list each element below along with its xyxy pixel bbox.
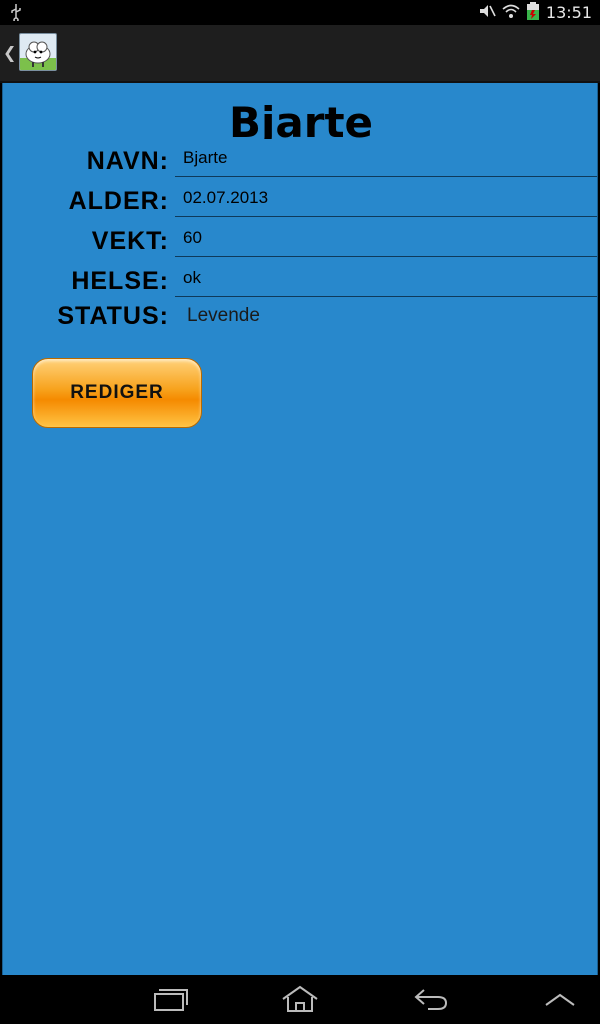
menu-up-icon[interactable] [544, 985, 576, 1017]
action-bar: ❮ [0, 25, 600, 83]
age-field[interactable]: 02.07.2013 [175, 179, 597, 217]
clock: 13:51 [545, 3, 592, 22]
home-icon[interactable] [280, 985, 320, 1017]
age-label: ALDER: [68, 187, 169, 215]
usb-icon [9, 3, 23, 25]
profile-panel: Bjarte NAVN: Bjarte ALDER: 02.07.2013 VE… [2, 83, 598, 975]
health-label: HELSE: [71, 267, 169, 295]
recent-apps-icon[interactable] [152, 985, 188, 1017]
status-value: Levende [187, 305, 260, 326]
health-field[interactable]: ok [175, 259, 597, 297]
battery-icon [526, 1, 540, 24]
wifi-icon [502, 3, 520, 23]
name-label: NAVN: [86, 147, 169, 175]
weight-field[interactable]: 60 [175, 219, 597, 257]
status-bar: 13:51 [0, 0, 600, 25]
page-title: Bjarte [228, 99, 374, 139]
name-field[interactable]: Bjarte [175, 139, 597, 177]
back-icon[interactable] [414, 985, 448, 1017]
navigation-bar [0, 975, 600, 1024]
chevron-left-icon[interactable]: ❮ [3, 43, 16, 62]
mute-icon [478, 3, 496, 23]
status-label: STATUS: [57, 302, 169, 330]
sheep-logo-icon[interactable] [19, 33, 57, 71]
weight-label: VEKT: [91, 227, 169, 255]
edit-button[interactable]: REDIGER [32, 358, 202, 428]
